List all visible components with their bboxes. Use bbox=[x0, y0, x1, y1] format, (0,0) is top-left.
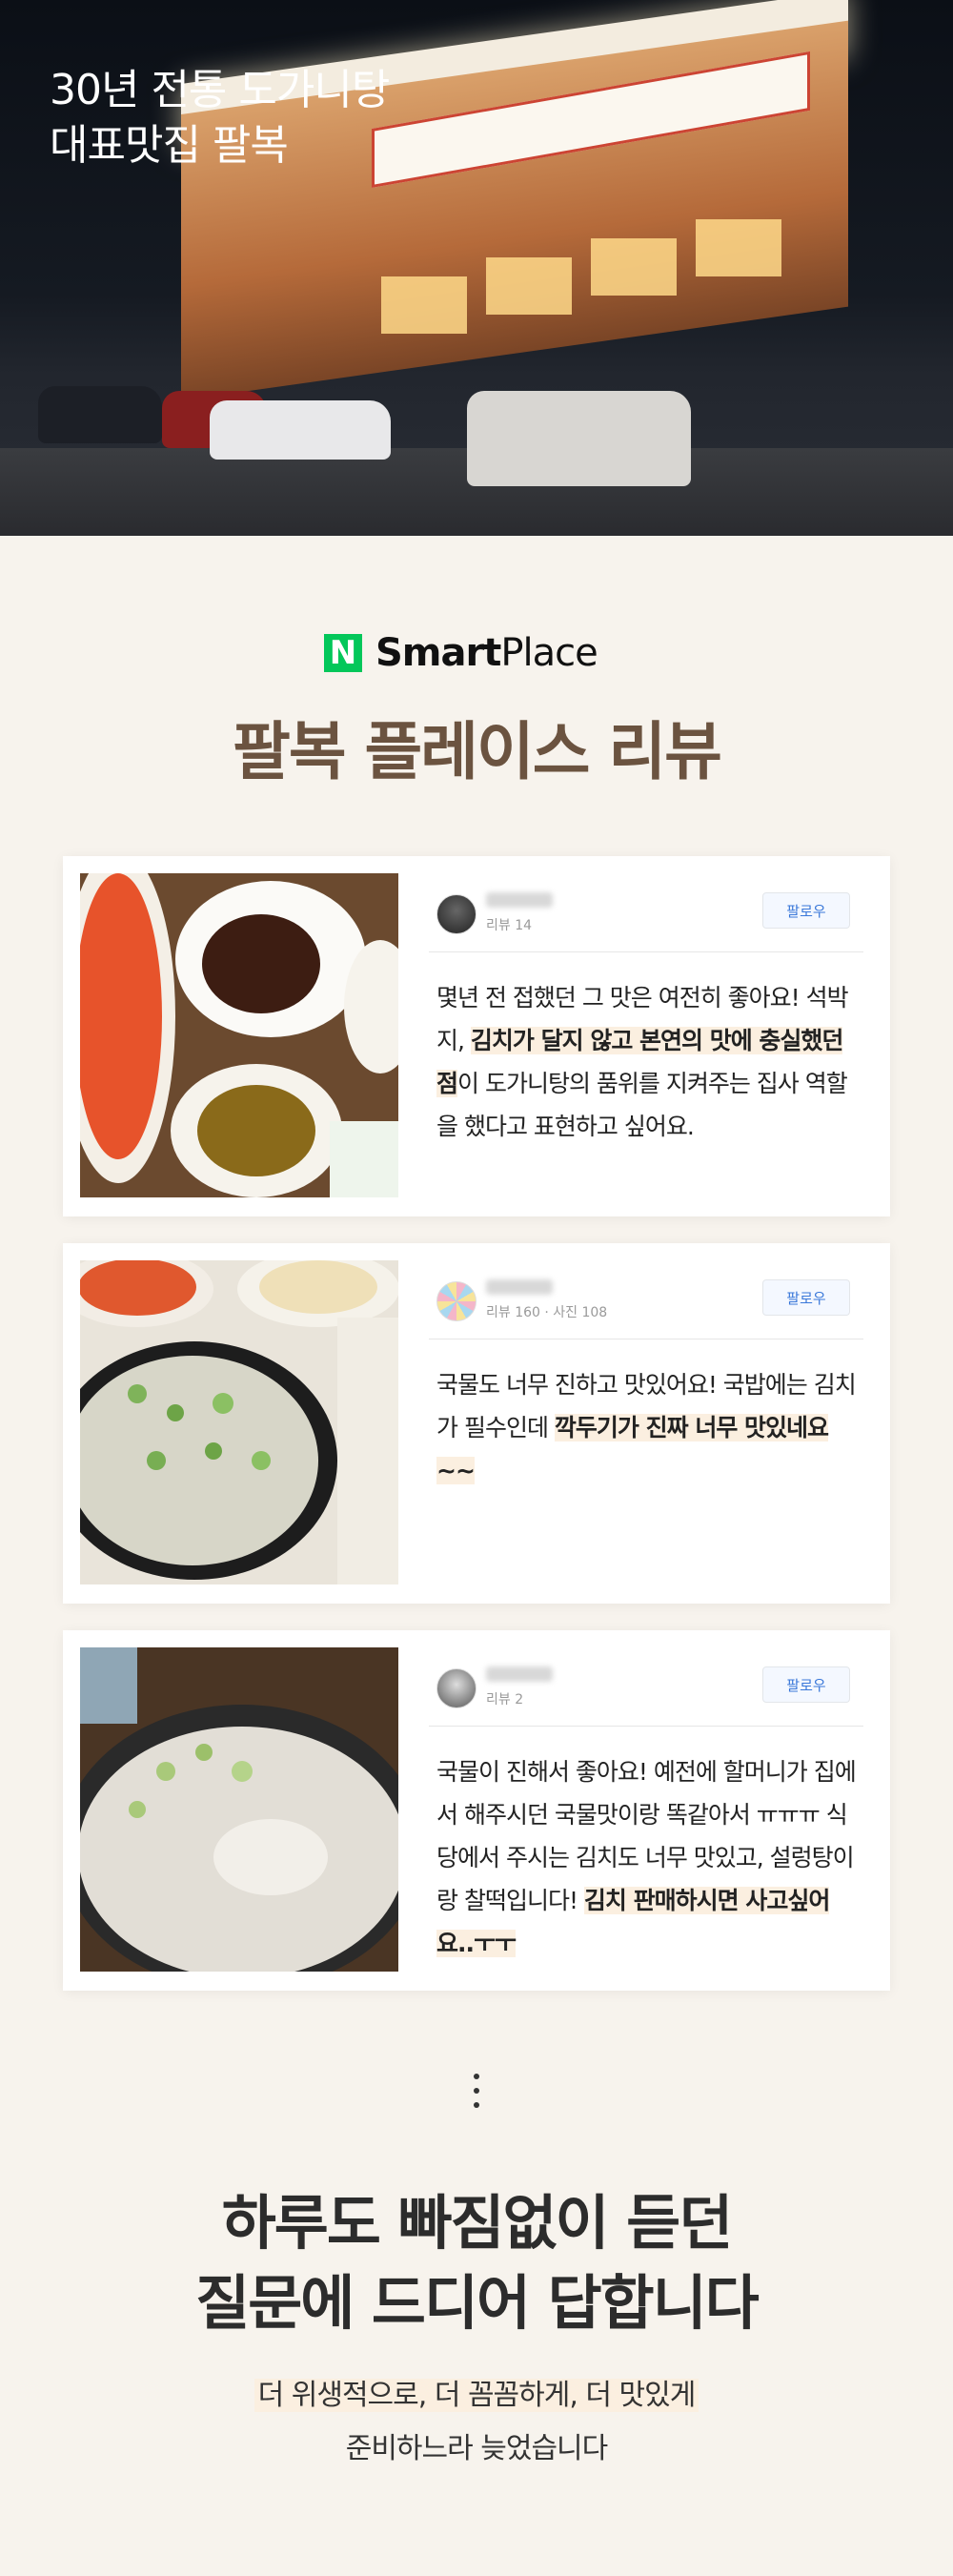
follow-button[interactable]: 팔로우 bbox=[762, 1279, 850, 1316]
building-window bbox=[486, 257, 572, 315]
user-name-blurred bbox=[486, 1666, 553, 1682]
review-card: 리뷰 2 팔로우 국물이 진해서 좋아요! 예전에 할머니가 집에서 해주시던 … bbox=[63, 1630, 890, 1991]
smartplace-wordmark: SmartPlace bbox=[375, 631, 598, 675]
review-photo bbox=[80, 1260, 398, 1584]
subtext-line1: 더 위생적으로, 더 꼼꼼하게, 더 맛있게 bbox=[253, 2379, 700, 2412]
building-window bbox=[591, 238, 677, 296]
follow-button[interactable]: 팔로우 bbox=[762, 1666, 850, 1703]
review-photo bbox=[80, 1647, 398, 1972]
divider bbox=[429, 1726, 863, 1727]
closing-headline: 하루도 빠짐없이 듣던 질문에 드디어 답합니다 bbox=[0, 2183, 953, 2343]
user-avatar[interactable] bbox=[436, 894, 476, 934]
review-text: 국물이 진해서 좋아요! 예전에 할머니가 집에서 해주시던 국물맛이랑 똑같아… bbox=[436, 1750, 863, 1965]
naver-n-icon: N bbox=[324, 634, 362, 672]
closing-subtext: 더 위생적으로, 더 꼼꼼하게, 더 맛있게 준비하느라 늦었습니다 bbox=[0, 2369, 953, 2476]
hero-banner: 30년 전통 도가니탕 대표맛집 팔복 bbox=[0, 0, 953, 536]
hero-title: 30년 전통 도가니탕 대표맛집 팔복 bbox=[50, 63, 390, 174]
smartplace-logo: N SmartPlace bbox=[324, 629, 598, 677]
hero-title-line1: 30년 전통 도가니탕 bbox=[50, 66, 390, 114]
review-body: 리뷰 2 팔로우 국물이 진해서 좋아요! 예전에 할머니가 집에서 해주시던 … bbox=[429, 1647, 863, 1972]
closing-line1: 하루도 빠짐없이 듣던 bbox=[221, 2188, 734, 2258]
smartplace-bold: Smart bbox=[375, 631, 501, 675]
building-window bbox=[381, 276, 467, 334]
review-text: 몇년 전 접했던 그 맛은 여전히 좋아요! 석박지, 김치가 달지 않고 본연… bbox=[436, 976, 863, 1148]
user-stats: 리뷰 160 · 사진 108 bbox=[486, 1305, 608, 1320]
user-stats: 리뷰 2 bbox=[486, 1692, 524, 1707]
review-card: 리뷰 160 · 사진 108 팔로우 국물도 너무 진하고 맛있어요! 국밥에… bbox=[63, 1243, 890, 1604]
hero-title-line2: 대표맛집 팔복 bbox=[50, 121, 289, 170]
section-title: 팔복 플레이스 리뷰 bbox=[233, 714, 722, 788]
ellipsis-divider bbox=[470, 2074, 483, 2116]
parked-car bbox=[467, 391, 691, 486]
building-window bbox=[696, 219, 781, 276]
review-text: 국물도 너무 진하고 맛있어요! 국밥에는 김치가 필수인데 깍두기가 진짜 너… bbox=[436, 1363, 863, 1492]
smartplace-regular: Place bbox=[500, 631, 598, 675]
review-card: 리뷰 14 팔로우 몇년 전 접했던 그 맛은 여전히 좋아요! 석박지, 김치… bbox=[63, 856, 890, 1216]
user-name-blurred bbox=[486, 892, 553, 908]
subtext-line2: 준비하느라 늦었습니다 bbox=[345, 2432, 609, 2465]
review-body: 리뷰 160 · 사진 108 팔로우 국물도 너무 진하고 맛있어요! 국밥에… bbox=[429, 1260, 863, 1584]
review-body: 리뷰 14 팔로우 몇년 전 접했던 그 맛은 여전히 좋아요! 석박지, 김치… bbox=[429, 873, 863, 1197]
divider bbox=[429, 951, 863, 952]
user-name-blurred bbox=[486, 1279, 553, 1295]
user-avatar[interactable] bbox=[436, 1281, 476, 1321]
banchan-photo bbox=[80, 873, 398, 1197]
follow-button[interactable]: 팔로우 bbox=[762, 892, 850, 929]
user-stats: 리뷰 14 bbox=[486, 918, 533, 933]
review-text-plain: 이 도가니탕의 품위를 지켜주는 집사 역할을 했다고 표현하고 싶어요. bbox=[436, 1070, 848, 1140]
user-avatar[interactable] bbox=[436, 1668, 476, 1708]
seolleongtang-photo bbox=[80, 1647, 398, 1972]
closing-line2: 질문에 드디어 답합니다 bbox=[195, 2268, 760, 2338]
review-photo bbox=[80, 873, 398, 1197]
parked-car bbox=[210, 400, 391, 460]
parked-car bbox=[38, 386, 162, 443]
soup-photo bbox=[80, 1260, 398, 1584]
